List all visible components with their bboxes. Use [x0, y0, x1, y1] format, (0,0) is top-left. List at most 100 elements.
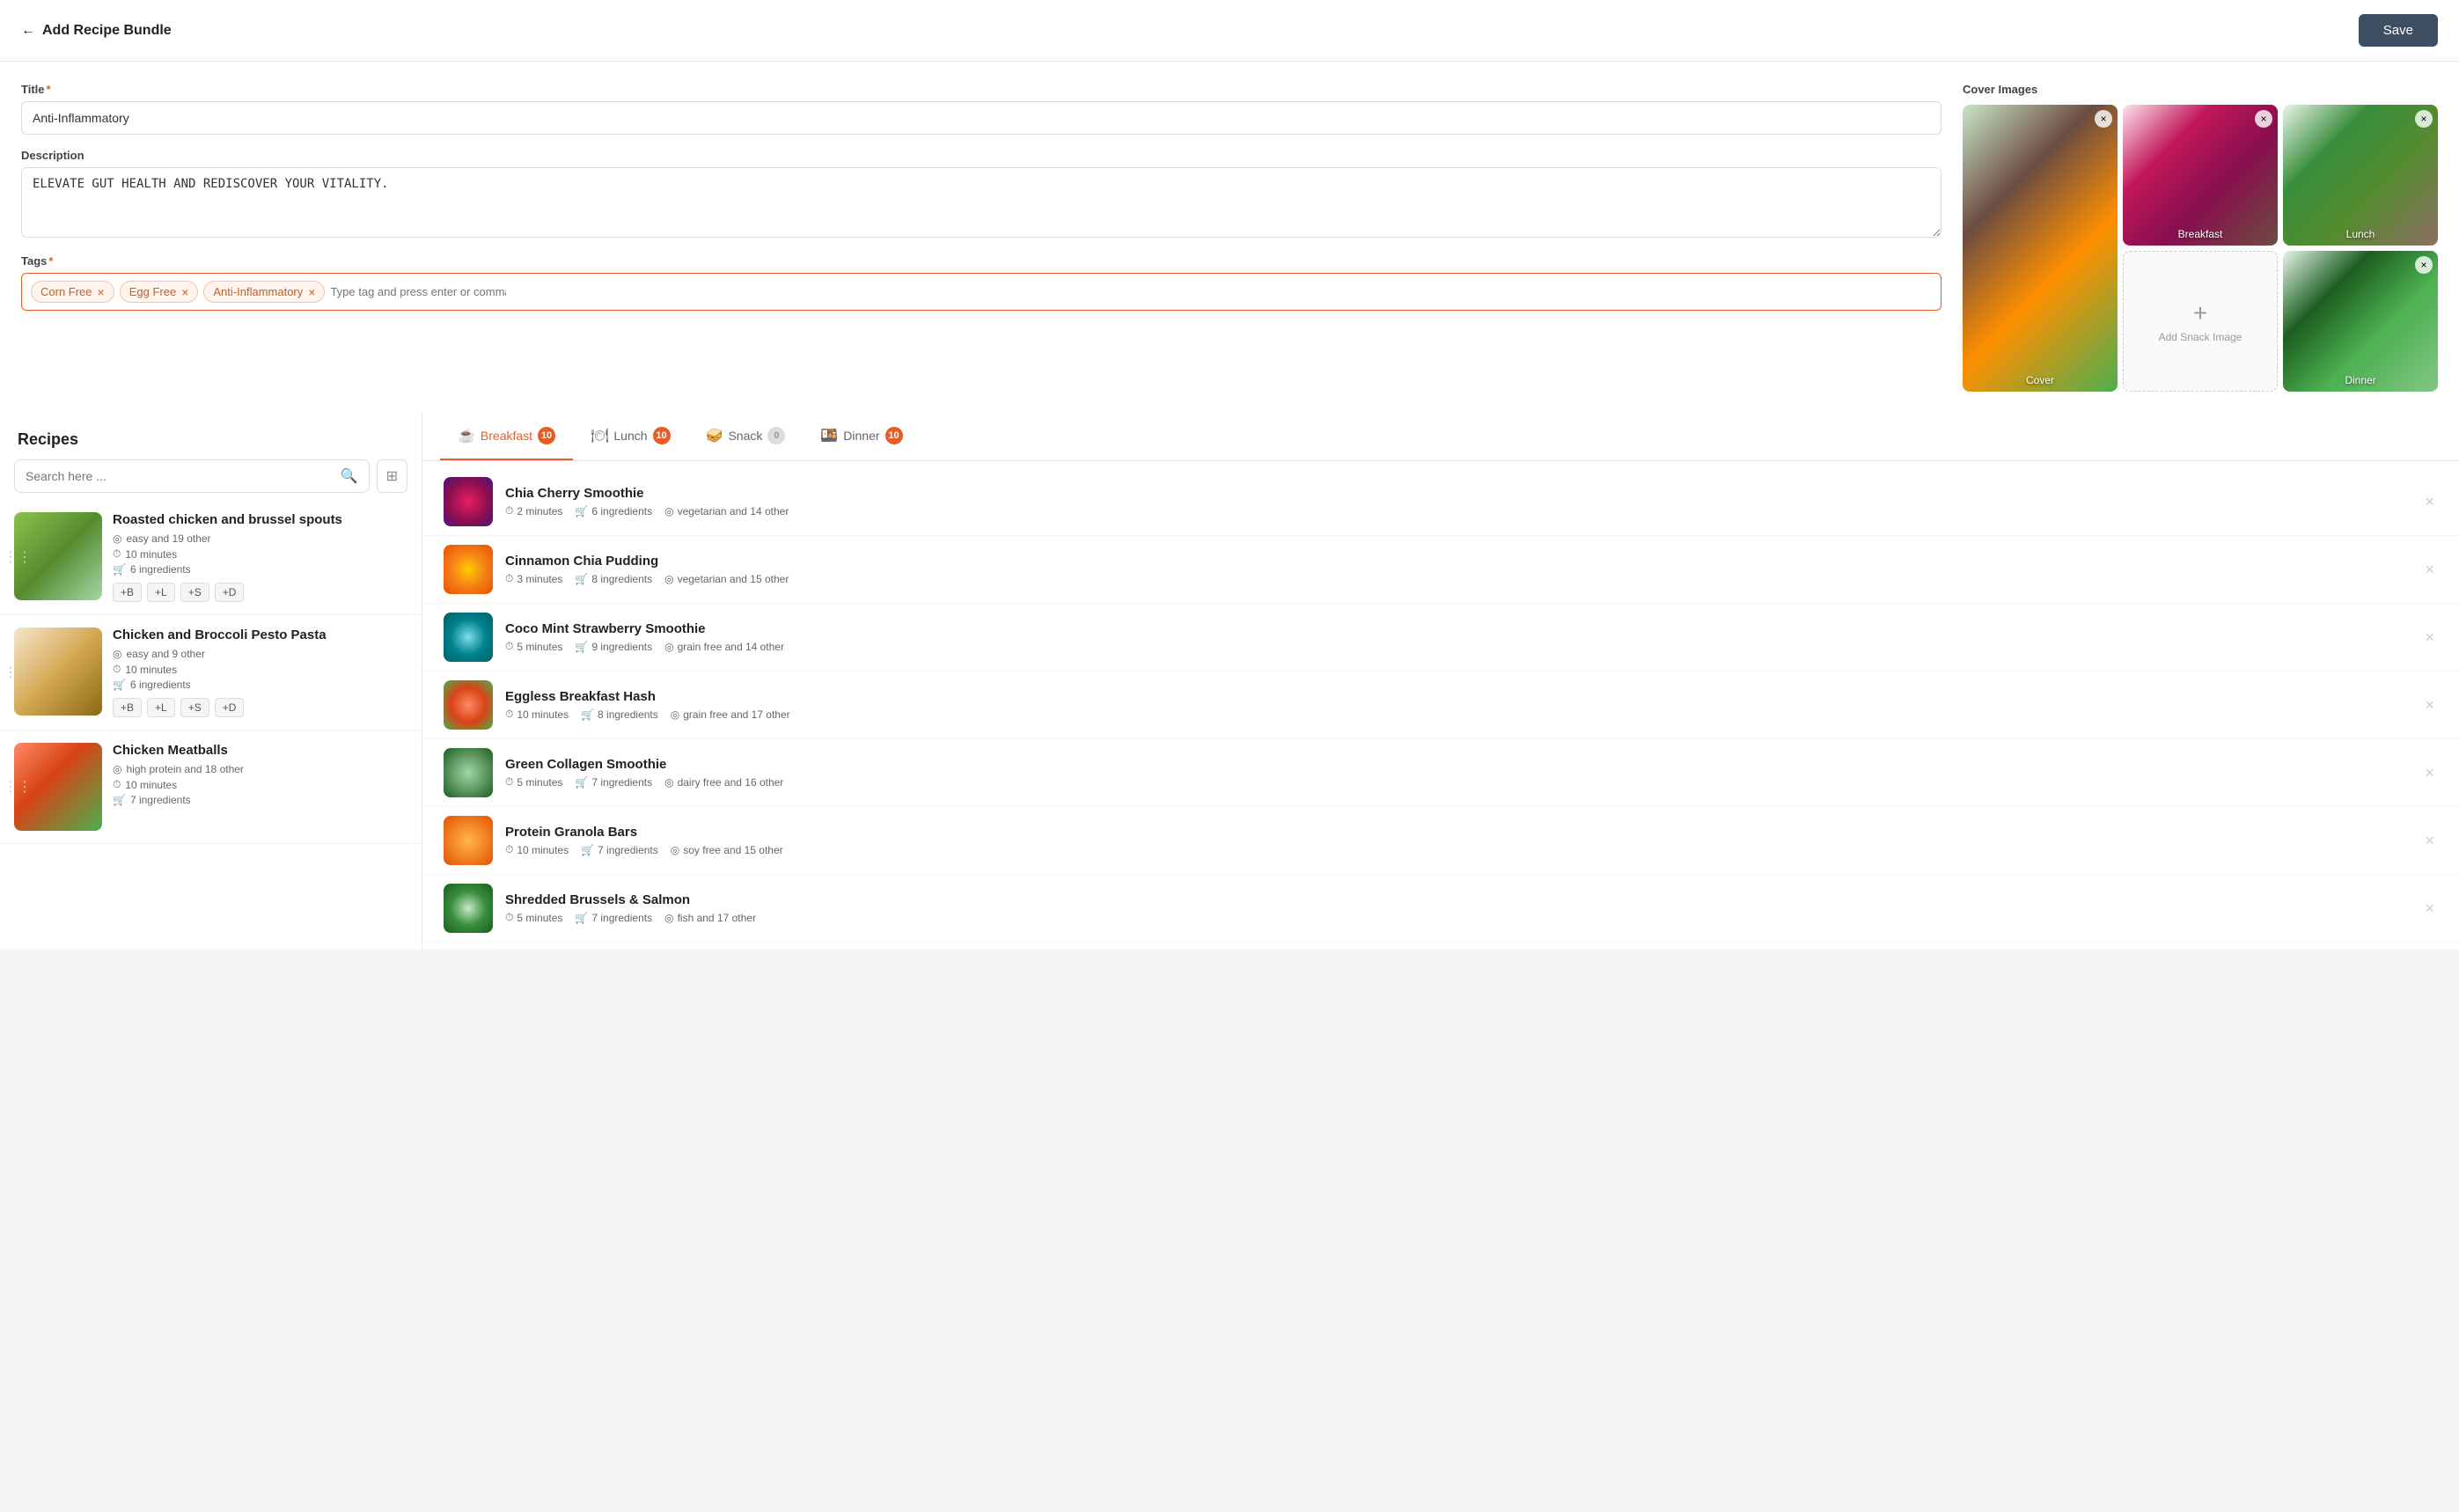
- clock-icon-bi3: ⏱: [505, 640, 513, 653]
- bundle-tags-bi1: ◎ vegetarian and 14 other: [664, 505, 789, 517]
- cover-close-lunch[interactable]: ×: [2415, 110, 2433, 128]
- meal-tag-d-r2[interactable]: +D: [215, 698, 245, 717]
- tab-snack[interactable]: 🥪 Snack 0: [688, 413, 804, 460]
- meal-tag-s-r2[interactable]: +S: [180, 698, 209, 717]
- tab-breakfast[interactable]: ☕ Breakfast 10: [440, 413, 573, 460]
- bundle-remove-bi2[interactable]: ×: [2421, 557, 2438, 583]
- bundle-time-text-bi3: 5 minutes: [517, 641, 562, 653]
- recipe-item-r3[interactable]: ⋮⋮ Chicken Meatballs ◎ high protein and …: [0, 730, 422, 844]
- tag-icon-r1: ◎: [113, 532, 121, 545]
- cart-icon-bi3: 🛒: [575, 641, 588, 653]
- bundle-remove-bi5[interactable]: ×: [2421, 760, 2438, 786]
- recipe-ingredients-r1: 🛒 6 ingredients: [113, 563, 407, 576]
- cart-icon-bi4: 🛒: [581, 708, 594, 721]
- bundle-ingredients-bi6: 🛒 7 ingredients: [581, 844, 658, 856]
- cart-icon-bi5: 🛒: [575, 776, 588, 789]
- meal-tag-d-r1[interactable]: +D: [215, 583, 245, 602]
- recipe-search-input[interactable]: [26, 469, 334, 483]
- meal-tag-b-r1[interactable]: +B: [113, 583, 142, 602]
- bundle-meta-bi7: ⏱ 5 minutes 🛒 7 ingredients ◎ fish and 1…: [505, 911, 2409, 924]
- snack-tab-icon: 🥪: [706, 427, 723, 444]
- cover-cell-snack-add[interactable]: + Add Snack Image: [2123, 251, 2278, 392]
- bottom-section: Recipes 🔍 ⊞ ⋮⋮ Roasted chicken and bruss…: [0, 413, 2459, 950]
- tag-icon-bi2: ◎: [664, 573, 673, 585]
- bundle-name-bi5: Green Collagen Smoothie: [505, 757, 2409, 772]
- bundle-time-bi1: ⏱ 2 minutes: [505, 504, 562, 517]
- tag-icon-r3: ◎: [113, 763, 121, 775]
- recipe-time-text-r1: 10 minutes: [125, 548, 177, 561]
- tag-icon-bi1: ◎: [664, 505, 673, 517]
- drag-handle-r3[interactable]: ⋮⋮: [0, 778, 35, 796]
- bundle-tags-bi6: ◎ soy free and 15 other: [671, 844, 783, 856]
- cover-close-main[interactable]: ×: [2095, 110, 2112, 128]
- bundle-ingredients-bi2: 🛒 8 ingredients: [575, 573, 652, 585]
- bundle-time-bi7: ⏱ 5 minutes: [505, 911, 562, 924]
- meal-tag-s-r1[interactable]: +S: [180, 583, 209, 602]
- bundle-remove-bi4[interactable]: ×: [2421, 693, 2438, 718]
- dinner-tab-count: 10: [885, 427, 903, 444]
- tag-remove-corn-free[interactable]: ×: [96, 286, 105, 298]
- clock-icon-bi7: ⏱: [505, 911, 513, 924]
- recipe-time-r2: ⏱ 10 minutes: [113, 663, 407, 676]
- tag-remove-anti-inflammatory[interactable]: ×: [306, 286, 315, 298]
- bundle-remove-bi1[interactable]: ×: [2421, 489, 2438, 515]
- tag-input[interactable]: [330, 282, 506, 302]
- cover-close-dinner[interactable]: ×: [2415, 256, 2433, 274]
- bundle-ingredients-text-bi3: 9 ingredients: [591, 641, 652, 653]
- bundle-remove-bi7[interactable]: ×: [2421, 896, 2438, 921]
- cover-cell-breakfast: × Breakfast: [2123, 105, 2278, 246]
- recipe-item-r2[interactable]: ⋮⋮ Chicken and Broccoli Pesto Pasta ◎ ea…: [0, 615, 422, 730]
- meal-tag-b-r2[interactable]: +B: [113, 698, 142, 717]
- bundle-item-bi3: Coco Mint Strawberry Smoothie ⏱ 5 minute…: [422, 604, 2459, 672]
- recipe-ingredients-text-r2: 6 ingredients: [130, 679, 191, 691]
- bundle-remove-bi6[interactable]: ×: [2421, 828, 2438, 854]
- bundle-info-bi6: Protein Granola Bars ⏱ 10 minutes 🛒 7 in…: [505, 825, 2409, 856]
- drag-handle-r1[interactable]: ⋮⋮: [0, 548, 35, 566]
- bundle-thumb-bi5: [444, 748, 493, 797]
- tab-lunch[interactable]: 🍽 Lunch 10: [573, 413, 687, 460]
- recipe-item-r1[interactable]: ⋮⋮ Roasted chicken and brussel spouts ◎ …: [0, 500, 422, 615]
- save-button[interactable]: Save: [2359, 14, 2438, 47]
- tab-dinner[interactable]: 🍱 Dinner 10: [803, 413, 920, 460]
- recipe-name-r1: Roasted chicken and brussel spouts: [113, 512, 407, 527]
- tag-remove-egg-free[interactable]: ×: [180, 286, 188, 298]
- dinner-tab-label: Dinner: [843, 429, 879, 443]
- filter-button[interactable]: ⊞: [377, 459, 407, 493]
- drag-handle-r2[interactable]: ⋮⋮: [0, 664, 35, 681]
- bundle-name-bi2: Cinnamon Chia Pudding: [505, 554, 2409, 569]
- bundle-ingredients-text-bi4: 8 ingredients: [598, 708, 658, 721]
- bundle-remove-bi3[interactable]: ×: [2421, 625, 2438, 650]
- meal-tags-r1: +B +L +S +D: [113, 583, 407, 602]
- search-icon-button[interactable]: 🔍: [341, 467, 358, 485]
- cart-icon-r2: 🛒: [113, 679, 126, 691]
- cart-icon-bi7: 🛒: [575, 912, 588, 924]
- recipe-name-r2: Chicken and Broccoli Pesto Pasta: [113, 628, 407, 642]
- recipe-tags-text-r3: high protein and 18 other: [126, 763, 243, 775]
- snack-tab-count: 0: [767, 427, 785, 444]
- tags-container[interactable]: Corn Free × Egg Free × Anti-Inflammatory…: [21, 273, 1942, 311]
- bundle-thumb-bi4: [444, 680, 493, 730]
- cover-close-breakfast[interactable]: ×: [2255, 110, 2272, 128]
- bundle-time-text-bi2: 3 minutes: [517, 573, 562, 585]
- bundle-tags-text-bi7: fish and 17 other: [678, 912, 756, 924]
- snack-tab-label: Snack: [728, 429, 762, 443]
- clock-icon-r1: ⏱: [113, 547, 121, 561]
- bundle-info-bi7: Shredded Brussels & Salmon ⏱ 5 minutes 🛒…: [505, 892, 2409, 924]
- breakfast-tab-label: Breakfast: [481, 429, 532, 443]
- description-label: Description: [21, 149, 1942, 162]
- back-button[interactable]: ← Add Recipe Bundle: [21, 23, 172, 39]
- back-icon: ←: [21, 23, 35, 39]
- meal-tag-l-r1[interactable]: +L: [147, 583, 175, 602]
- description-input[interactable]: ELEVATE GUT HEALTH AND REDISCOVER YOUR V…: [21, 167, 1942, 238]
- page-title: Add Recipe Bundle: [42, 23, 172, 39]
- bundle-tags-text-bi1: vegetarian and 14 other: [678, 505, 789, 517]
- recipe-name-r3: Chicken Meatballs: [113, 743, 407, 758]
- meal-tag-l-r2[interactable]: +L: [147, 698, 175, 717]
- breakfast-tab-count: 10: [538, 427, 555, 444]
- bundle-time-bi5: ⏱ 5 minutes: [505, 775, 562, 789]
- bundle-meta-bi2: ⏱ 3 minutes 🛒 8 ingredients ◎ vegetarian…: [505, 572, 2409, 585]
- meal-tags-r2: +B +L +S +D: [113, 698, 407, 717]
- lunch-tab-count: 10: [653, 427, 671, 444]
- recipe-info-r1: Roasted chicken and brussel spouts ◎ eas…: [113, 512, 407, 602]
- title-input[interactable]: [21, 101, 1942, 135]
